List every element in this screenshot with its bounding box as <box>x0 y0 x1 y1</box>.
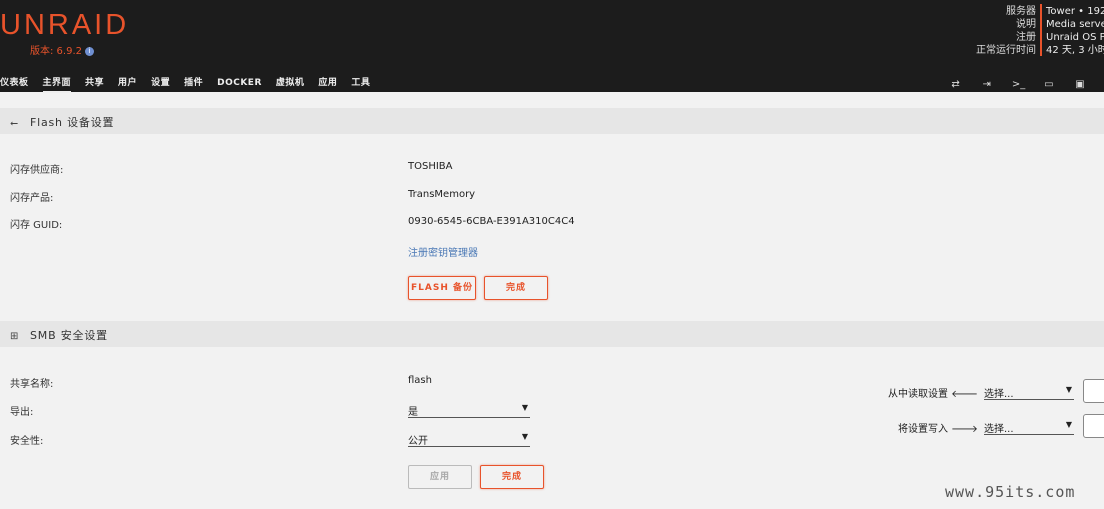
smb-done-button[interactable]: 完成 <box>480 465 544 489</box>
share-name-label: 共享名称: <box>10 379 54 390</box>
server-value: Tower • 192.1 <box>1046 6 1104 17</box>
smb-title-text: SMB 安全设置 <box>30 329 108 342</box>
nav-main[interactable]: 主界面 <box>42 75 72 93</box>
nav-apps[interactable]: 应用 <box>318 75 337 91</box>
write-to-action-box[interactable] <box>1083 414 1104 438</box>
terminal-icon[interactable]: >_ <box>1012 79 1025 91</box>
write-to-select-value: 选择... <box>984 424 1014 435</box>
chevron-down-icon: ▼ <box>521 432 528 441</box>
info-icon[interactable]: i <box>85 46 94 56</box>
nav-icon-bar: ⇄ ⇥ >_ ▭ ▣ <box>936 72 1086 91</box>
flash-guid-label: 闪存 GUID: <box>10 220 63 231</box>
feedback-icon[interactable]: ▭ <box>1043 79 1055 91</box>
arrow-right-icon: 🡒 <box>951 424 978 435</box>
nav-users[interactable]: 用户 <box>118 75 137 91</box>
version-text: 版本: 6.9.2 i <box>30 42 94 57</box>
registration-label: 注册 <box>1016 32 1036 43</box>
read-from-label: 从中读取设置 🡐 <box>880 385 978 400</box>
version-label: 版本: 6.9.2 <box>30 46 82 57</box>
description-label: 说明 <box>1016 19 1036 30</box>
smb-section-title: ⊞ SMB 安全设置 <box>10 327 108 343</box>
nav-shares[interactable]: 共享 <box>85 75 104 91</box>
nav-tools[interactable]: 工具 <box>351 75 370 91</box>
server-info-divider <box>1040 4 1042 56</box>
read-from-action-box[interactable] <box>1083 379 1104 403</box>
export-select[interactable]: 是 ▼ <box>408 403 530 418</box>
usb-icon: ⭠ <box>10 118 19 129</box>
apply-button[interactable]: 应用 <box>408 465 472 489</box>
flash-vendor-label: 闪存供应商: <box>10 165 64 176</box>
read-from-select-value: 选择... <box>984 389 1014 400</box>
registration-key-manager-link[interactable]: 注册密钥管理器 <box>408 244 478 259</box>
write-to-label: 将设置写入 🡒 <box>880 420 978 435</box>
flash-vendor-value: TOSHIBA <box>408 161 453 172</box>
nav-dashboard[interactable]: 仪表板 <box>0 75 29 91</box>
smb-section-header: ⊞ SMB 安全设置 <box>0 321 1104 347</box>
nav-settings[interactable]: 设置 <box>151 75 170 91</box>
read-from-select[interactable]: 选择... ▼ <box>984 385 1074 400</box>
security-label: 安全性: <box>10 436 44 447</box>
export-label: 导出: <box>10 407 34 418</box>
uptime-value: 42 天, 3 小时, <box>1046 45 1104 56</box>
top-header: UNRAID 版本: 6.9.2 i 服务器 说明 注册 正常运行时间 Tower… <box>0 0 1104 93</box>
flash-product-label: 闪存产品: <box>10 193 54 204</box>
arrow-left-icon: 🡐 <box>951 389 978 400</box>
main-nav: 仪表板 主界面 共享 用户 设置 插件 DOCKER 虚拟机 应用 工具 <box>0 70 384 93</box>
chevron-down-icon: ▼ <box>1065 420 1072 429</box>
export-select-value: 是 <box>408 407 418 418</box>
write-to-text: 将设置写入 <box>897 424 948 435</box>
share-name-value: flash <box>408 375 432 386</box>
flash-guid-value: 0930-6545-6CBA-E391A310C4C4 <box>408 216 575 227</box>
security-select[interactable]: 公开 ▼ <box>408 432 530 447</box>
flash-section-header: ⭠ Flash 设备设置 <box>0 108 1104 134</box>
switch-icon[interactable]: ⇄ <box>950 79 962 91</box>
logout-icon[interactable]: ⇥ <box>981 79 993 91</box>
read-from-text: 从中读取设置 <box>887 389 948 400</box>
flash-section-title: ⭠ Flash 设备设置 <box>10 114 114 130</box>
security-select-value: 公开 <box>408 436 428 447</box>
chevron-down-icon: ▼ <box>521 403 528 412</box>
unraid-logo[interactable]: UNRAID <box>0 9 129 42</box>
nav-plugins[interactable]: 插件 <box>184 75 203 91</box>
chevron-down-icon: ▼ <box>1065 385 1072 394</box>
monitor-icon[interactable]: ▣ <box>1074 79 1086 91</box>
windows-icon: ⊞ <box>10 331 20 342</box>
server-info-labels: 服务器 说明 注册 正常运行时间 <box>976 5 1036 57</box>
write-to-select[interactable]: 选择... ▼ <box>984 420 1074 435</box>
server-info-values: Tower • 192.1 Media server Unraid OS Pro… <box>1046 5 1104 57</box>
description-value: Media server <box>1046 19 1104 30</box>
watermark-text: www.95its.com <box>945 483 1076 501</box>
registration-value[interactable]: Unraid OS Pro <box>1046 31 1104 44</box>
nav-docker[interactable]: DOCKER <box>217 78 262 91</box>
flash-done-button[interactable]: 完成 <box>484 276 548 300</box>
flash-product-value: TransMemory <box>408 189 476 200</box>
flash-backup-button[interactable]: FLASH 备份 <box>408 276 476 300</box>
uptime-label: 正常运行时间 <box>976 45 1036 56</box>
flash-title-text: Flash 设备设置 <box>30 116 115 129</box>
nav-vms[interactable]: 虚拟机 <box>276 75 305 91</box>
server-label: 服务器 <box>1006 6 1036 17</box>
